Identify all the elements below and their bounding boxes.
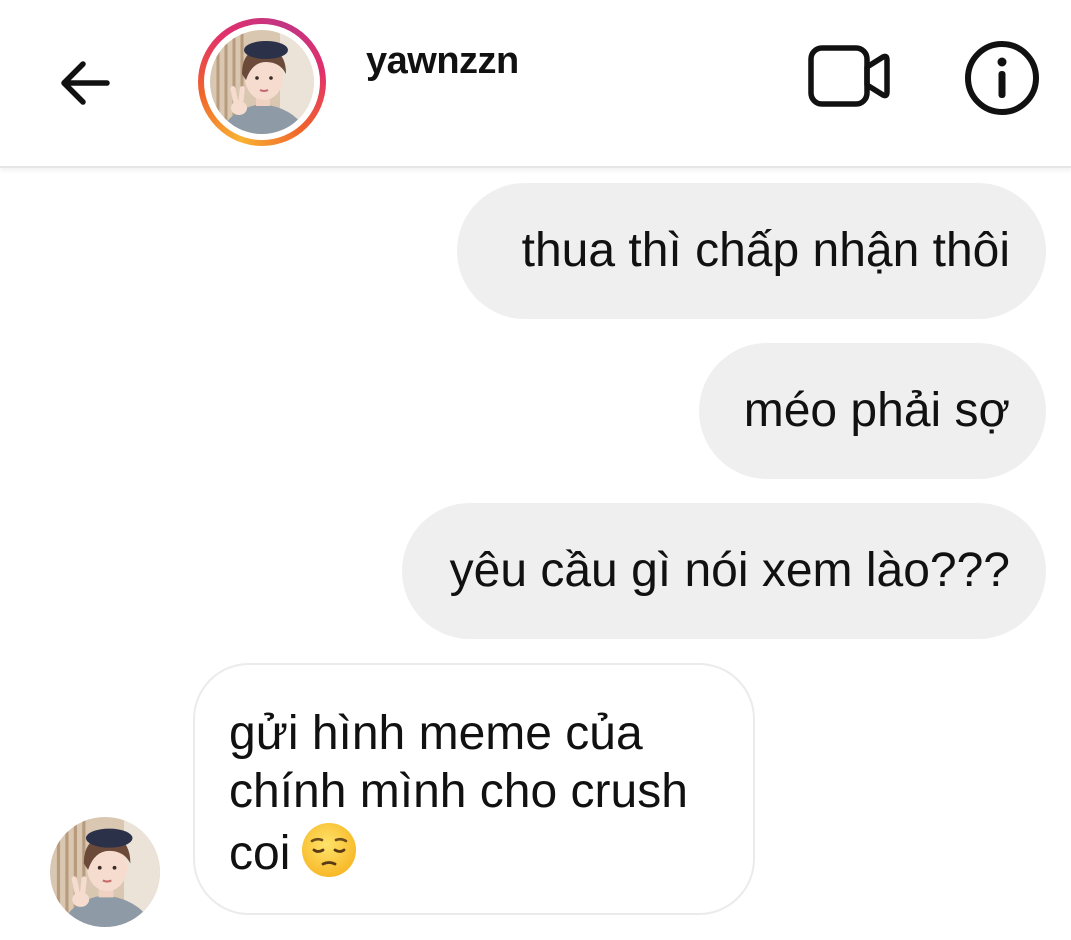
message-text-line: gửi hình meme của (229, 707, 643, 760)
message-text-line: coi (229, 827, 291, 880)
outgoing-message[interactable]: yêu cầu gì nói xem lào??? (402, 503, 1046, 639)
outgoing-message[interactable]: méo phải sợ (699, 343, 1046, 479)
message-text-line: chính mình cho crush (229, 765, 688, 818)
sender-avatar[interactable] (50, 817, 160, 927)
info-button[interactable] (956, 32, 1048, 124)
message-text: thua thì chấp nhận thôi (521, 224, 1010, 277)
info-circle-icon (965, 41, 1039, 115)
back-button[interactable] (50, 48, 120, 118)
message-text: yêu cầu gì nói xem lào??? (449, 544, 1010, 597)
avatar (210, 30, 314, 134)
chat-username[interactable]: yawnzzn (366, 40, 519, 83)
pensive-face-emoji-icon (302, 823, 357, 877)
arrow-left-icon (61, 61, 110, 105)
video-camera-icon (808, 45, 890, 107)
outgoing-message[interactable]: thua thì chấp nhận thôi (457, 183, 1046, 319)
chat-header: yawnzzn (0, 0, 1071, 168)
video-call-button[interactable] (800, 36, 898, 116)
message-text: méo phải sợ (743, 384, 1010, 437)
incoming-message[interactable]: gửi hình meme của chính mình cho crush c… (193, 663, 755, 915)
header-avatar-story-ring[interactable] (198, 18, 326, 146)
